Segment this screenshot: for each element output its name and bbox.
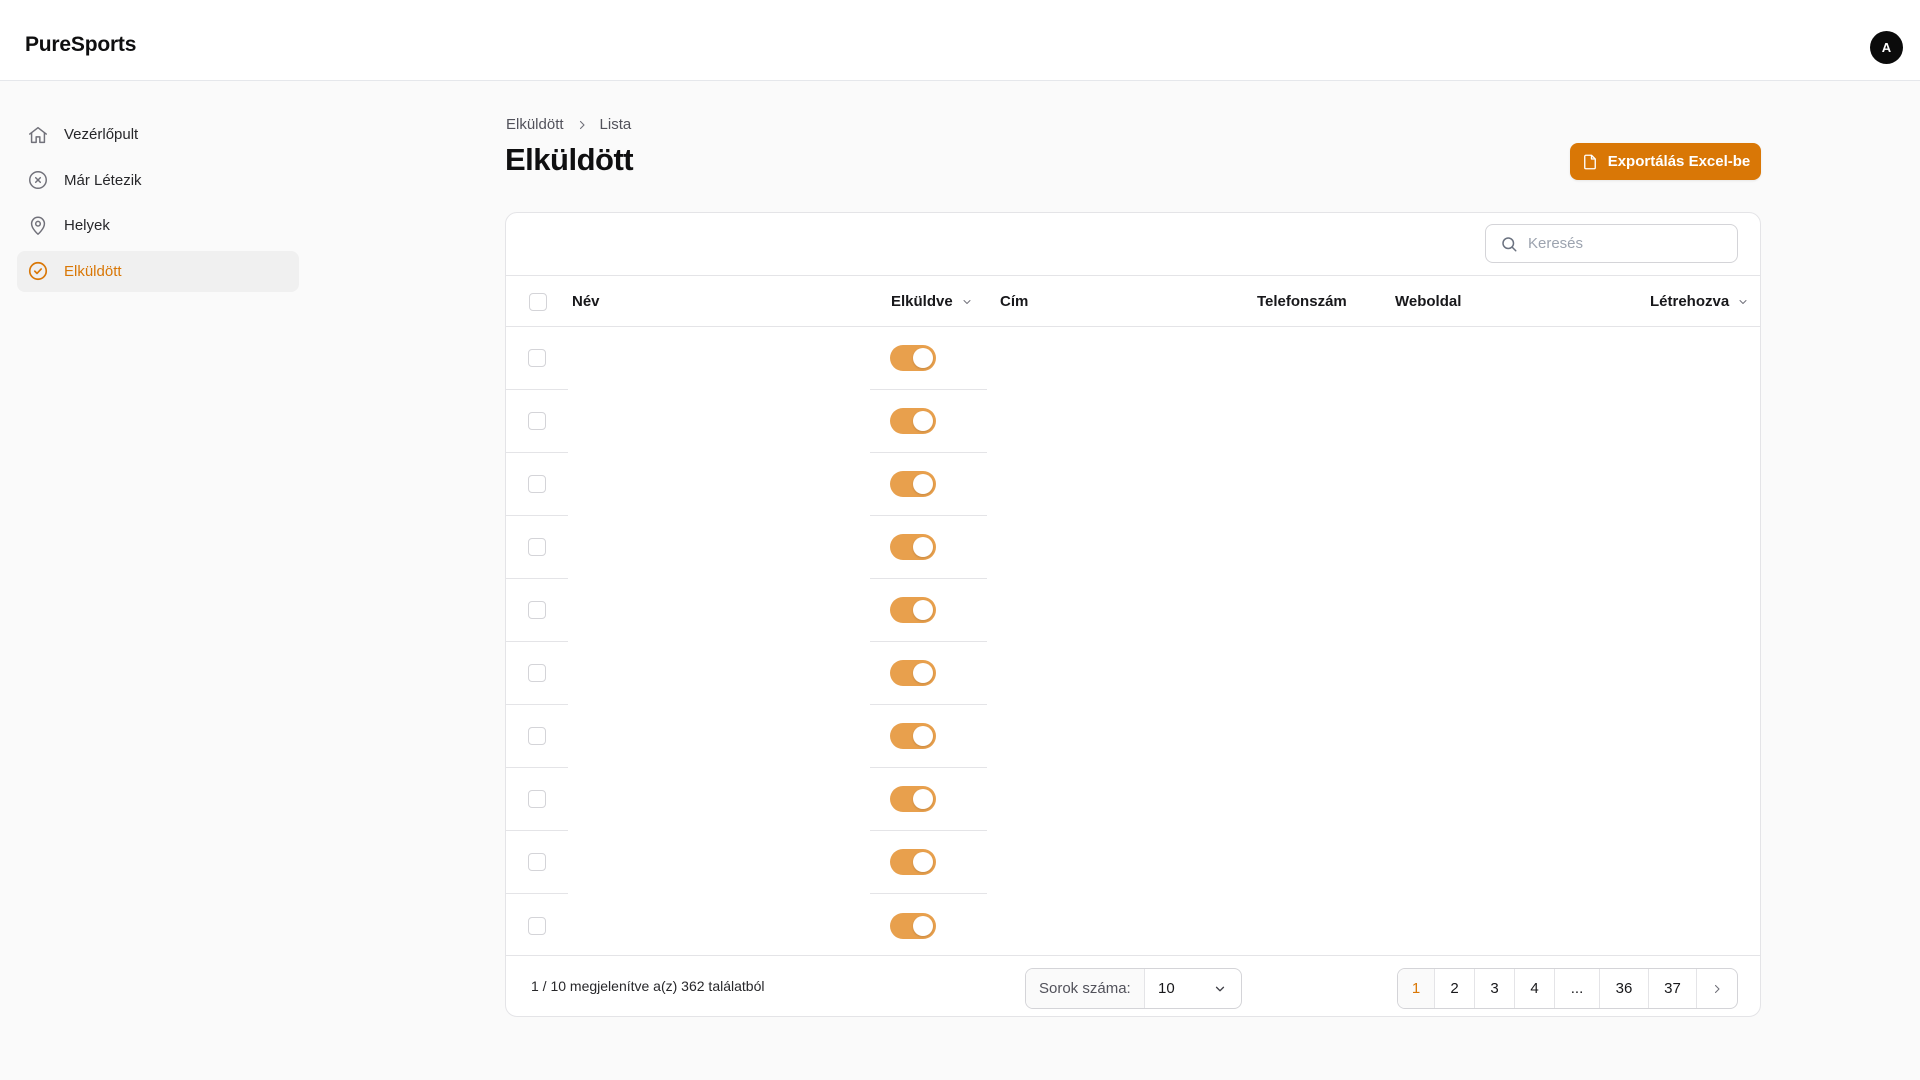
sidebar-item-label: Elküldött	[64, 262, 122, 280]
map-pin-icon	[27, 215, 49, 237]
column-header-label: Elküldve	[891, 293, 953, 310]
row-actions-icon[interactable]: ⋮	[1756, 414, 1760, 428]
row-actions-icon[interactable]: ⋮	[1756, 792, 1760, 806]
sidebar-item-label: Vezérlőpult	[64, 126, 139, 143]
export-excel-button[interactable]: Exportálás Excel-be	[1570, 143, 1761, 180]
column-header-elkuldve[interactable]: Elküldve	[891, 276, 973, 327]
sent-toggle[interactable]	[890, 345, 936, 371]
chevron-down-icon	[1737, 296, 1749, 308]
sidebar-item-vezerlopult[interactable]: Vezérlőpult	[17, 114, 299, 155]
column-header-letrehozva[interactable]: Létrehozva	[1650, 276, 1749, 327]
check-circle-icon	[27, 260, 49, 282]
sent-toggle[interactable]	[890, 408, 936, 434]
sidebar-item-label: Már Létezik	[64, 171, 142, 189]
sent-toggle[interactable]	[890, 786, 936, 812]
table-card: Név Elküldve Cím Telefonszám Weboldal Lé…	[505, 212, 1761, 1017]
table-toolbar	[506, 213, 1760, 276]
table-row: ⋮	[506, 516, 1760, 579]
sent-toggle[interactable]	[890, 660, 936, 686]
column-header-cim[interactable]: Cím	[1000, 276, 1028, 327]
next-page-button[interactable]	[1697, 969, 1737, 1008]
row-checkbox[interactable]	[528, 916, 546, 935]
sent-toggle[interactable]	[890, 723, 936, 749]
row-actions-icon[interactable]: ⋮	[1756, 918, 1760, 932]
row-checkbox[interactable]	[528, 790, 546, 808]
row-checkbox[interactable]	[528, 664, 546, 682]
x-circle-icon	[27, 169, 49, 191]
row-actions-icon[interactable]: ⋮	[1756, 351, 1760, 365]
search-input[interactable]	[1528, 235, 1728, 252]
chevron-right-icon	[576, 119, 588, 131]
breadcrumb-current: Lista	[599, 116, 632, 133]
row-actions-icon[interactable]: ⋮	[1756, 603, 1760, 617]
page-button-1[interactable]: 1	[1398, 969, 1435, 1008]
row-actions-icon[interactable]: ⋮	[1756, 477, 1760, 491]
row-checkbox[interactable]	[528, 412, 546, 430]
column-header-weboldal[interactable]: Weboldal	[1395, 276, 1461, 327]
rows-per-page-value: 10	[1158, 980, 1175, 997]
sent-toggle[interactable]	[890, 849, 936, 875]
page-button-36[interactable]: 36	[1600, 969, 1649, 1008]
row-actions-icon[interactable]: ⋮	[1756, 855, 1760, 869]
search-icon	[1500, 235, 1518, 253]
row-checkbox[interactable]	[528, 727, 546, 745]
sent-toggle[interactable]	[890, 471, 936, 497]
breadcrumb: Elküldött Lista	[506, 116, 631, 133]
page-ellipsis: ...	[1555, 969, 1600, 1008]
page-button-2[interactable]: 2	[1435, 969, 1475, 1008]
table-header: Név Elküldve Cím Telefonszám Weboldal Lé…	[506, 276, 1760, 327]
table-row: ⋮	[506, 768, 1760, 831]
chevron-down-icon	[1213, 982, 1227, 996]
table-row: ⋮	[506, 705, 1760, 768]
brand-logo[interactable]: PureSports	[25, 33, 136, 57]
page-button-37[interactable]: 37	[1649, 969, 1697, 1008]
row-actions-icon[interactable]: ⋮	[1756, 666, 1760, 680]
row-actions-icon[interactable]: ⋮	[1756, 729, 1760, 743]
table-row: ⋮	[506, 894, 1760, 957]
row-actions-icon[interactable]: ⋮	[1756, 540, 1760, 554]
row-checkbox[interactable]	[528, 349, 546, 367]
file-icon	[1581, 153, 1599, 171]
sidebar-item-helyek[interactable]: Helyek	[17, 205, 299, 246]
results-summary: 1 / 10 megjelenítve a(z) 362 találatból	[531, 978, 765, 994]
row-checkbox[interactable]	[528, 538, 546, 556]
column-header-label: Létrehozva	[1650, 293, 1730, 310]
rows-per-page-select[interactable]: 10	[1145, 969, 1241, 1008]
table-row: ⋮	[506, 453, 1760, 516]
pagination: 1 2 3 4 ... 36 37	[1397, 968, 1738, 1009]
sent-toggle[interactable]	[890, 597, 936, 623]
sidebar-item-elkuldott[interactable]: Elküldött	[17, 250, 299, 292]
page-title: Elküldött	[505, 142, 634, 177]
row-checkbox[interactable]	[528, 475, 546, 493]
sidebar-item-mar-letezik[interactable]: Már Létezik	[17, 160, 299, 201]
page-button-4[interactable]: 4	[1515, 969, 1555, 1008]
column-header-telefonszam[interactable]: Telefonszám	[1257, 276, 1347, 327]
breadcrumb-link-elkuldott[interactable]: Elküldött	[506, 116, 564, 133]
table-row: ⋮	[506, 327, 1760, 390]
row-checkbox[interactable]	[528, 601, 546, 619]
sent-toggle[interactable]	[890, 912, 936, 939]
table-row: ⋮	[506, 579, 1760, 642]
search-box[interactable]	[1485, 224, 1738, 263]
rows-per-page: Sorok száma: 10	[1025, 968, 1242, 1009]
top-bar: PureSports A	[0, 0, 1920, 81]
sidebar: Vezérlőpult Már Létezik Helyek Elküldött	[17, 114, 299, 296]
row-checkbox[interactable]	[528, 853, 546, 871]
sent-toggle[interactable]	[890, 534, 936, 560]
chevron-down-icon	[961, 296, 973, 308]
rows-per-page-label: Sorok száma:	[1026, 969, 1145, 1008]
table-row: ⋮	[506, 831, 1760, 894]
chevron-right-icon	[1711, 983, 1723, 995]
table-footer: 1 / 10 megjelenítve a(z) 362 találatból …	[506, 955, 1760, 1016]
export-excel-label: Exportálás Excel-be	[1607, 153, 1751, 170]
sidebar-item-label: Helyek	[64, 217, 110, 234]
home-icon	[27, 124, 49, 146]
select-all-checkbox[interactable]	[529, 292, 547, 311]
page-button-3[interactable]: 3	[1475, 969, 1515, 1008]
user-avatar[interactable]: A	[1870, 31, 1903, 64]
table-row: ⋮	[506, 642, 1760, 705]
table-row: ⋮	[506, 390, 1760, 453]
column-header-nev[interactable]: Név	[572, 276, 600, 327]
